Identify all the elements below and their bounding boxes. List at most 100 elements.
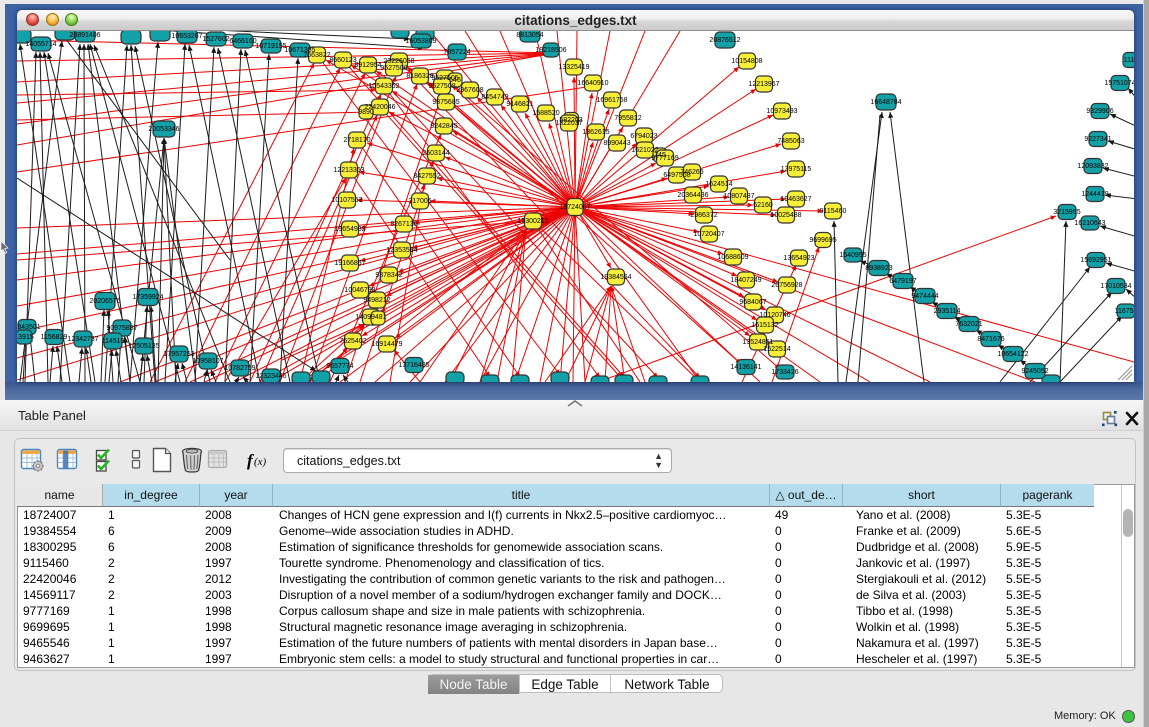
svg-text:1588520: 1588520 <box>532 110 559 117</box>
svg-text:9498212: 9498212 <box>363 297 390 304</box>
svg-text:10719155: 10719155 <box>255 43 286 50</box>
svg-text:(x): (x) <box>254 456 267 468</box>
svg-text:8471676: 8471676 <box>977 336 1004 343</box>
svg-text:6794023: 6794023 <box>630 133 657 140</box>
svg-text:8660123: 8660123 <box>329 57 356 64</box>
svg-text:19384554: 19384554 <box>600 274 631 281</box>
svg-text:13325419: 13325419 <box>558 64 589 71</box>
svg-text:12353594: 12353594 <box>386 247 417 254</box>
svg-text:10782759: 10782759 <box>224 365 255 372</box>
svg-text:18724007: 18724007 <box>559 204 590 211</box>
svg-text:1527602: 1527602 <box>202 36 229 43</box>
svg-text:8912954: 8912954 <box>354 62 381 69</box>
svg-text:7857224: 7857224 <box>443 49 470 56</box>
svg-text:6466160: 6466160 <box>229 38 256 45</box>
svg-text:6479197: 6479197 <box>889 278 916 285</box>
svg-text:10107553: 10107553 <box>331 197 362 204</box>
svg-text:14136141: 14136141 <box>730 364 761 371</box>
svg-text:8454749: 8454749 <box>481 94 508 101</box>
svg-text:8938923: 8938923 <box>865 265 892 272</box>
svg-text:7955812: 7955812 <box>614 115 641 122</box>
svg-text:14055714: 14055714 <box>25 41 56 48</box>
svg-text:8990443: 8990443 <box>603 140 630 147</box>
svg-text:10720407: 10720407 <box>693 231 724 238</box>
svg-text:15751074: 15751074 <box>1104 80 1134 87</box>
svg-text:1156829: 1156829 <box>41 334 68 341</box>
svg-text:2967608: 2967608 <box>456 87 483 94</box>
svg-text:9875685: 9875685 <box>432 99 459 106</box>
svg-text:20206576: 20206576 <box>89 298 120 305</box>
svg-text:9245052: 9245052 <box>1021 368 1048 375</box>
svg-text:10046798: 10046798 <box>344 287 375 294</box>
svg-text:17359924: 17359924 <box>132 294 163 301</box>
svg-text:16648784: 16648784 <box>870 99 901 106</box>
svg-text:8186328: 8186328 <box>406 73 433 80</box>
svg-text:1322037: 1322037 <box>555 120 582 127</box>
svg-text:20876512: 20876512 <box>709 37 740 44</box>
svg-text:13524851: 13524851 <box>742 339 773 346</box>
svg-text:2935114: 2935114 <box>934 308 961 315</box>
svg-text:8267130: 8267130 <box>390 221 417 228</box>
svg-text:90975887: 90975887 <box>106 325 137 332</box>
svg-text:1640955: 1640955 <box>839 252 866 259</box>
svg-text:114519: 114519 <box>102 338 125 345</box>
svg-text:1624514: 1624514 <box>705 181 732 188</box>
svg-text:10154808: 10154808 <box>731 58 762 65</box>
svg-text:20364436: 20364436 <box>677 192 708 199</box>
svg-text:12342737: 12342737 <box>67 336 98 343</box>
svg-text:12323446: 12323446 <box>255 373 286 380</box>
svg-text:1843501: 1843501 <box>17 324 41 331</box>
svg-text:13915: 13915 <box>17 334 34 341</box>
svg-text:9146821: 9146821 <box>506 101 533 108</box>
svg-text:1733426: 1733426 <box>771 369 798 376</box>
svg-text:12093832: 12093832 <box>1077 163 1108 170</box>
svg-text:18407249: 18407249 <box>730 277 761 284</box>
svg-text:9890: 9890 <box>358 109 374 116</box>
svg-text:14099481: 14099481 <box>355 314 386 321</box>
svg-text:7625402: 7625402 <box>339 338 366 345</box>
svg-text:10807487: 10807487 <box>723 193 754 200</box>
svg-text:9699695: 9699695 <box>809 237 836 244</box>
svg-text:7485063: 7485063 <box>777 138 804 145</box>
svg-text:9474444: 9474444 <box>911 293 938 300</box>
svg-text:10120746: 10120746 <box>759 312 790 319</box>
svg-text:19166857: 19166857 <box>334 260 365 267</box>
svg-text:16210643: 16210643 <box>1074 220 1105 227</box>
svg-text:9115460: 9115460 <box>820 208 847 215</box>
svg-text:16053809: 16053809 <box>405 38 436 45</box>
svg-text:16640910: 16640910 <box>577 80 608 87</box>
svg-text:10653267: 10653267 <box>171 33 202 40</box>
svg-text:9684067: 9684067 <box>739 299 766 306</box>
svg-text:20891406: 20891406 <box>69 32 100 39</box>
svg-text:9242845: 9242845 <box>430 123 457 130</box>
svg-text:19463627: 19463627 <box>780 196 811 203</box>
svg-text:20756928: 20756928 <box>771 282 802 289</box>
svg-text:1362615: 1362615 <box>582 129 609 136</box>
svg-text:13975115: 13975115 <box>781 166 812 173</box>
svg-text:20053346: 20053346 <box>148 126 179 133</box>
svg-text:10025488: 10025488 <box>770 212 801 219</box>
svg-text:3215955: 3215955 <box>1053 209 1080 216</box>
svg-text:16961758: 16961758 <box>596 97 627 104</box>
svg-text:12505135: 12505135 <box>128 343 159 350</box>
svg-text:13716485: 13716485 <box>398 362 429 369</box>
svg-text:1112: 1112 <box>1124 57 1134 64</box>
svg-text:1615132: 1615132 <box>751 322 778 329</box>
svg-text:15692951: 15692951 <box>1080 257 1111 264</box>
svg-text:17957253: 17957253 <box>163 351 194 358</box>
svg-text:9527508: 9527508 <box>428 83 455 90</box>
svg-text:12213363: 12213363 <box>333 167 364 174</box>
svg-text:9878342: 9878342 <box>375 272 402 279</box>
svg-text:7632021: 7632021 <box>955 321 982 328</box>
svg-text:10543362: 10543362 <box>368 83 399 90</box>
svg-text:19654982: 19654982 <box>334 226 365 233</box>
svg-text:8813054: 8813054 <box>516 32 543 39</box>
svg-text:8427552: 8427552 <box>413 173 440 180</box>
svg-text:9657774: 9657774 <box>326 363 353 370</box>
svg-text:2603144: 2603144 <box>422 150 449 157</box>
svg-text:12213967: 12213967 <box>748 81 779 88</box>
svg-text:23226058: 23226058 <box>383 58 414 65</box>
svg-text:13654923: 13654923 <box>783 255 814 262</box>
svg-text:2986372: 2986372 <box>690 212 717 219</box>
svg-text:2718170: 2718170 <box>343 137 370 144</box>
